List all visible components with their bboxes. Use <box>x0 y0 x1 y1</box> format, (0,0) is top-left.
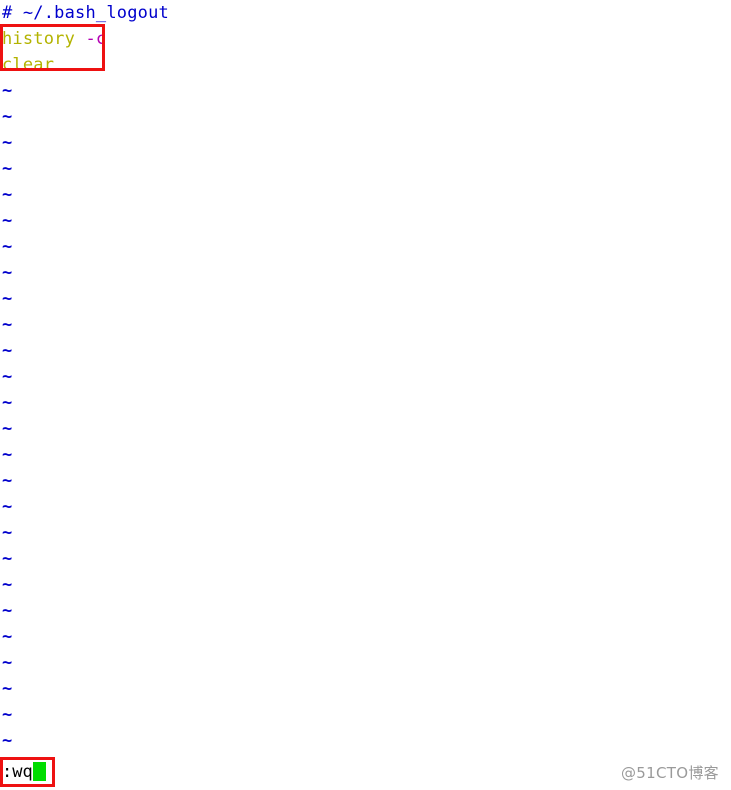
empty-line-marker: ~ <box>2 367 13 387</box>
empty-line-marker: ~ <box>2 237 13 257</box>
empty-line-marker: ~ <box>2 315 13 335</box>
empty-line-marker: ~ <box>2 133 13 153</box>
empty-line-marker: ~ <box>2 81 13 101</box>
empty-line-marker: ~ <box>2 107 13 127</box>
text-cursor <box>32 762 46 781</box>
empty-line-marker: ~ <box>2 185 13 205</box>
vim-command-text: :wq <box>2 762 33 782</box>
empty-line-marker: ~ <box>2 471 13 491</box>
empty-line-marker: ~ <box>2 523 13 543</box>
empty-line-marker: ~ <box>2 393 13 413</box>
empty-line-marker: ~ <box>2 211 13 231</box>
empty-line-marker: ~ <box>2 159 13 179</box>
empty-line-marker: ~ <box>2 705 13 725</box>
empty-line-marker: ~ <box>2 549 13 569</box>
vim-editor-window[interactable]: # ~/.bash_logout history -c clear ~ ~ ~ ~ ~ ~… <box>0 0 731 790</box>
empty-line-marker: ~ <box>2 731 13 751</box>
empty-line-marker: ~ <box>2 627 13 647</box>
buffer-line-history-text: history <box>2 29 76 49</box>
buffer-line-history-flag: -c <box>75 29 107 49</box>
empty-line-marker: ~ <box>2 575 13 595</box>
empty-line-markers: ~ ~ ~ ~ ~ ~ ~ ~ ~ ~ ~ ~ ~ ~ ~ ~ ~ ~ ~ ~ ~ ~ ~ ~ ~ ~ <box>0 78 731 754</box>
empty-line-marker: ~ <box>2 679 13 699</box>
empty-line-marker: ~ <box>2 263 13 283</box>
text-buffer[interactable]: # ~/.bash_logout history -c clear ~ ~ ~ ~ ~ ~… <box>0 0 731 754</box>
buffer-line-clear-text: clear <box>2 55 55 75</box>
buffer-line-comment[interactable]: # ~/.bash_logout <box>0 0 731 26</box>
empty-line-marker: ~ <box>2 497 13 517</box>
empty-line-marker: ~ <box>2 341 13 361</box>
empty-line-marker: ~ <box>2 419 13 439</box>
watermark-label: @51CTO博客 <box>621 764 719 782</box>
buffer-line-clear[interactable]: clear <box>0 52 731 78</box>
empty-line-marker: ~ <box>2 601 13 621</box>
empty-line-marker: ~ <box>2 445 13 465</box>
buffer-line-history[interactable]: history -c <box>0 26 731 52</box>
empty-line-marker: ~ <box>2 289 13 309</box>
empty-line-marker: ~ <box>2 653 13 673</box>
vim-command-line[interactable]: :wq <box>2 761 46 783</box>
